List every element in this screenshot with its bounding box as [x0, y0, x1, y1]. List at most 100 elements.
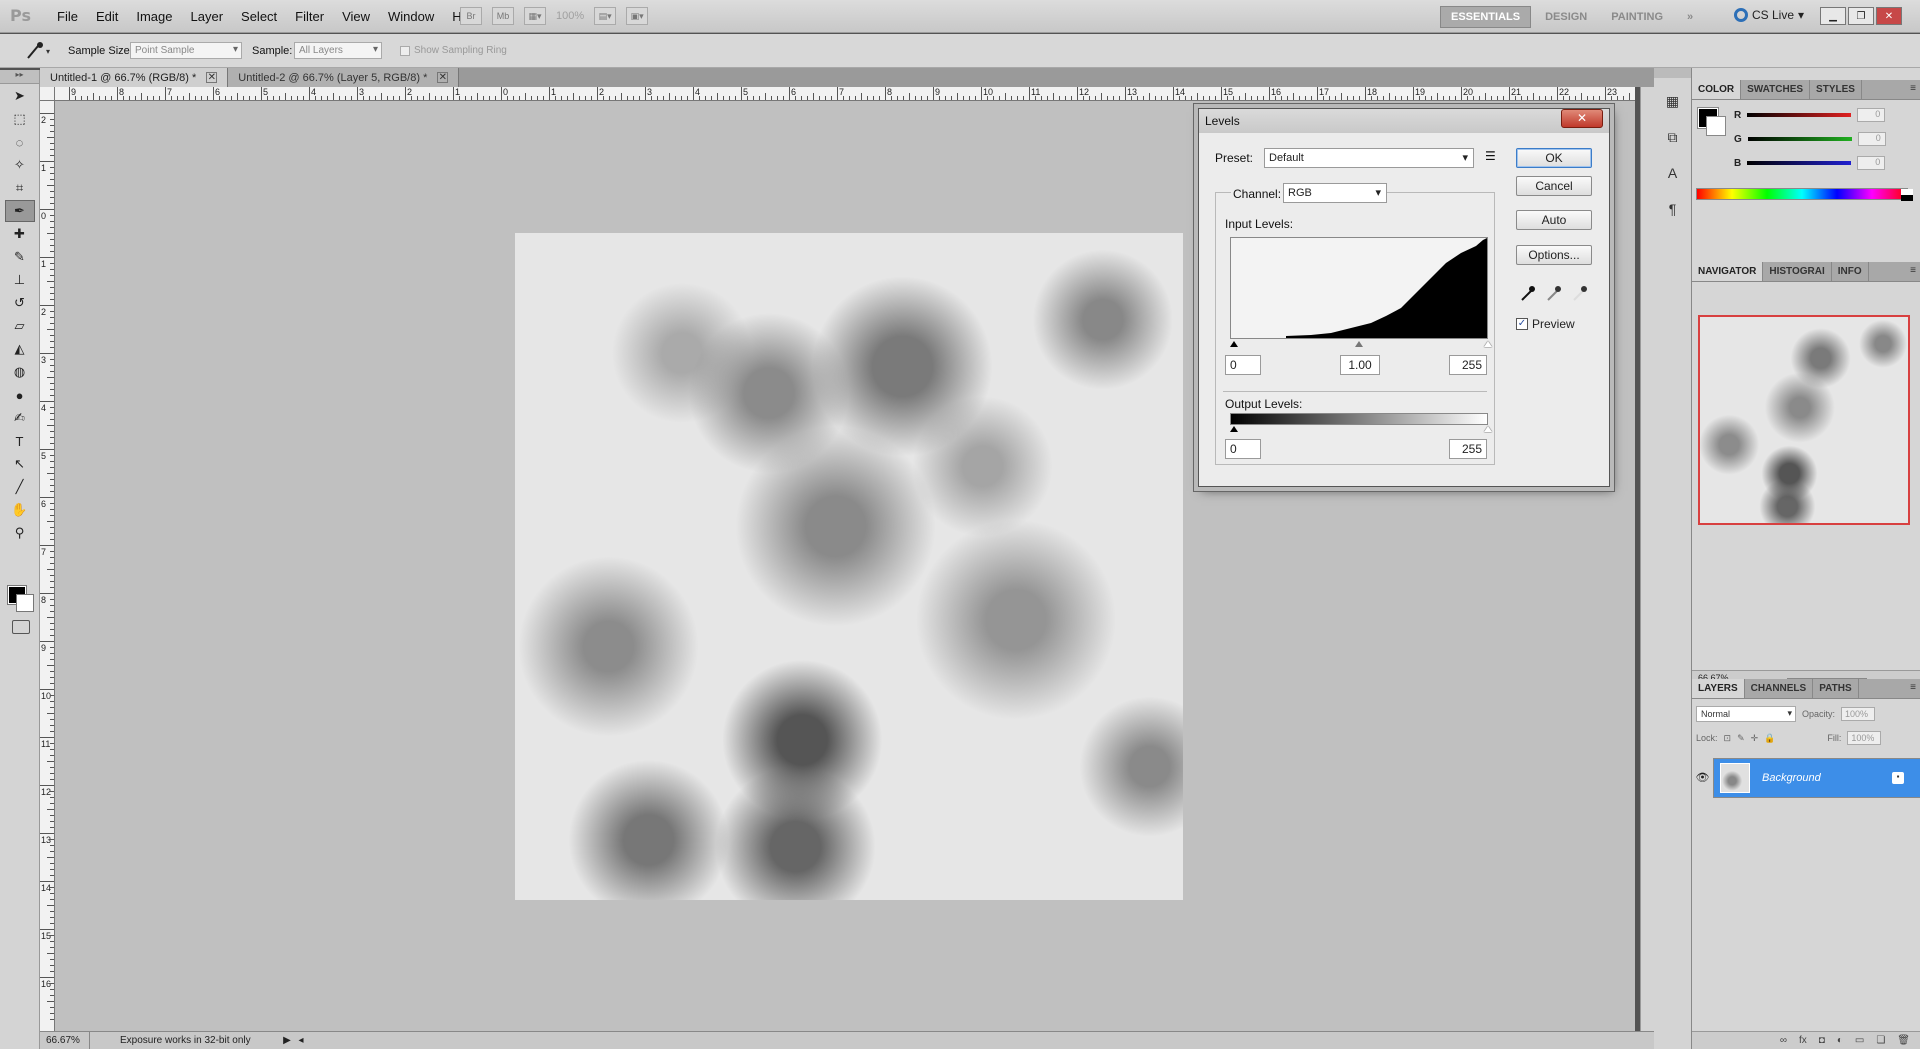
link-layers-icon[interactable]: ∞	[1780, 1035, 1787, 1046]
quick-mask-icon[interactable]	[12, 620, 30, 634]
red-slider[interactable]	[1747, 113, 1852, 117]
options-button[interactable]: Options...	[1516, 245, 1592, 265]
fill-field[interactable]: 100%	[1847, 731, 1882, 745]
vertical-scrollbar[interactable]	[1640, 87, 1654, 1031]
brush-tool-icon[interactable]: ✎	[5, 246, 35, 268]
dialog-close-button[interactable]: ✕	[1561, 109, 1603, 128]
menu-view[interactable]: View	[333, 9, 379, 24]
healing-brush-tool-icon[interactable]: ✚	[5, 223, 35, 245]
close-tab-icon[interactable]: ✕	[206, 72, 218, 83]
view-extras-icon[interactable]: ▦▾	[524, 7, 546, 25]
tool-preset-picker[interactable]: ▾	[22, 40, 54, 62]
lasso-tool-icon[interactable]: ◌	[5, 131, 35, 153]
hand-tool-icon[interactable]: ✋	[5, 499, 35, 521]
blur-tool-icon[interactable]: ◍	[5, 361, 35, 383]
lock-image-icon[interactable]: ✎	[1737, 733, 1745, 744]
background-color-swatch[interactable]	[16, 594, 34, 612]
show-sampling-ring-checkbox[interactable]: Show Sampling Ring	[400, 45, 507, 56]
cancel-button[interactable]: Cancel	[1516, 176, 1592, 196]
tab-info[interactable]: INFO	[1832, 262, 1869, 281]
green-slider[interactable]	[1747, 137, 1852, 141]
add-mask-icon[interactable]: ◘	[1819, 1035, 1825, 1046]
paint-bucket-tool-icon[interactable]: ◭	[5, 338, 35, 360]
cs-live-button[interactable]: CS Live ▾	[1734, 8, 1804, 22]
quick-select-tool-icon[interactable]: ✧	[5, 154, 35, 176]
lock-transparent-icon[interactable]: ⊡	[1724, 733, 1732, 744]
input-black-field[interactable]: 0	[1225, 355, 1261, 375]
menu-window[interactable]: Window	[379, 9, 443, 24]
panel-menu-icon[interactable]: ≡	[1910, 682, 1916, 693]
new-layer-icon[interactable]: ❏	[1876, 1035, 1885, 1046]
gray-point-eyedropper-icon[interactable]	[1545, 285, 1563, 303]
workspace-painting[interactable]: PAINTING	[1601, 7, 1673, 27]
mini-bridge-icon[interactable]: Mb	[492, 7, 514, 25]
document-image[interactable]	[515, 233, 1183, 900]
green-value[interactable]: 0	[1857, 132, 1886, 146]
ok-button[interactable]: OK	[1516, 148, 1592, 168]
adjustment-layer-icon[interactable]: ◐	[1837, 1035, 1843, 1046]
tab-navigator[interactable]: NAVIGATOR	[1692, 262, 1764, 281]
preset-select[interactable]: Default	[1264, 148, 1474, 168]
menu-image[interactable]: Image	[127, 9, 181, 24]
white-point-eyedropper-icon[interactable]	[1571, 285, 1589, 303]
lock-all-icon[interactable]: 🔒	[1764, 733, 1775, 744]
red-value[interactable]: 0	[1857, 108, 1886, 122]
sample-size-select[interactable]: Point Sample	[130, 42, 242, 59]
panel-strip-grip[interactable]	[1654, 68, 1691, 78]
layer-name[interactable]: Background	[1762, 772, 1821, 784]
clone-stamp-tool-icon[interactable]: ⊥	[5, 269, 35, 291]
mini-bridge-panel-icon[interactable]: ▦	[1660, 88, 1686, 114]
layer-style-icon[interactable]: fx	[1799, 1035, 1807, 1046]
preview-checkbox[interactable]: ✓ Preview	[1516, 317, 1575, 331]
lock-position-icon[interactable]: ✛	[1751, 733, 1759, 744]
menu-select[interactable]: Select	[232, 9, 286, 24]
input-gamma-slider[interactable]	[1355, 341, 1363, 347]
ruler-origin[interactable]	[40, 87, 55, 101]
status-menu-arrow-icon[interactable]: ▶	[280, 1035, 294, 1046]
arrange-documents-icon[interactable]: ▤▾	[594, 7, 617, 25]
line-tool-icon[interactable]: ╱	[5, 476, 35, 498]
auto-button[interactable]: Auto	[1516, 210, 1592, 230]
scroll-left-icon[interactable]: ◂	[294, 1035, 308, 1046]
eraser-tool-icon[interactable]: ▱	[5, 315, 35, 337]
eyedropper-tool-icon[interactable]: ✒	[4, 200, 35, 222]
panel-menu-icon[interactable]: ≡	[1910, 265, 1916, 276]
black-point-eyedropper-icon[interactable]	[1519, 285, 1537, 303]
menu-edit[interactable]: Edit	[87, 9, 127, 24]
horizontal-ruler[interactable]: 9 8 7 6 5 4 3 2 1 0 1 2 3 4 5 6 7 8 9 10 11 12 13 14 15 16 17 18 19 2…	[55, 87, 1635, 101]
tab-untitled-2[interactable]: Untitled-2 @ 66.7% (Layer 5, RGB/8) * ✕	[228, 68, 460, 87]
type-tool-icon[interactable]: T	[5, 430, 35, 452]
zoom-tool-icon[interactable]: ⚲	[5, 522, 35, 544]
preset-options-icon[interactable]: ☰	[1485, 149, 1496, 163]
more-workspaces-button[interactable]: »	[1677, 7, 1703, 27]
minimize-button[interactable]: ▁	[1820, 7, 1846, 25]
menu-filter[interactable]: Filter	[286, 9, 333, 24]
output-black-field[interactable]: 0	[1225, 439, 1261, 459]
panel-background-swatch[interactable]	[1706, 116, 1726, 136]
input-gamma-field[interactable]: 1.00	[1340, 355, 1380, 375]
tools-panel-grip[interactable]: ▸▸	[0, 70, 39, 84]
history-brush-tool-icon[interactable]: ↺	[5, 292, 35, 314]
new-group-icon[interactable]: ▭	[1855, 1035, 1864, 1046]
input-white-slider[interactable]	[1484, 341, 1492, 347]
history-panel-icon[interactable]: ⧉	[1660, 124, 1686, 150]
character-panel-icon[interactable]: A	[1660, 160, 1686, 186]
output-white-field[interactable]: 255	[1449, 439, 1487, 459]
move-tool-icon[interactable]: ➤	[5, 85, 35, 107]
crop-tool-icon[interactable]: ⌗	[5, 177, 35, 199]
bridge-icon[interactable]: Br	[460, 7, 482, 25]
restore-button[interactable]: ❐	[1848, 7, 1874, 25]
layer-row-background[interactable]: 👁 Background ▪	[1692, 758, 1920, 798]
paragraph-panel-icon[interactable]: ¶	[1660, 196, 1686, 222]
tab-paths[interactable]: PATHS	[1813, 679, 1859, 698]
blue-slider[interactable]	[1747, 161, 1852, 165]
workspace-design[interactable]: DESIGN	[1535, 7, 1597, 27]
workspace-essentials[interactable]: ESSENTIALS	[1440, 6, 1532, 28]
dialog-title-bar[interactable]: Levels ✕	[1199, 109, 1609, 133]
tab-histogram[interactable]: HISTOGRAI	[1763, 262, 1832, 281]
status-zoom[interactable]: 66.67%	[40, 1032, 90, 1049]
layer-visibility-eye-icon[interactable]: 👁	[1692, 758, 1714, 798]
pen-tool-icon[interactable]: ✍	[5, 407, 35, 429]
zoom-level-dropdown[interactable]: 100%	[556, 10, 584, 22]
screen-mode-icon[interactable]: ▣▾	[626, 7, 649, 25]
